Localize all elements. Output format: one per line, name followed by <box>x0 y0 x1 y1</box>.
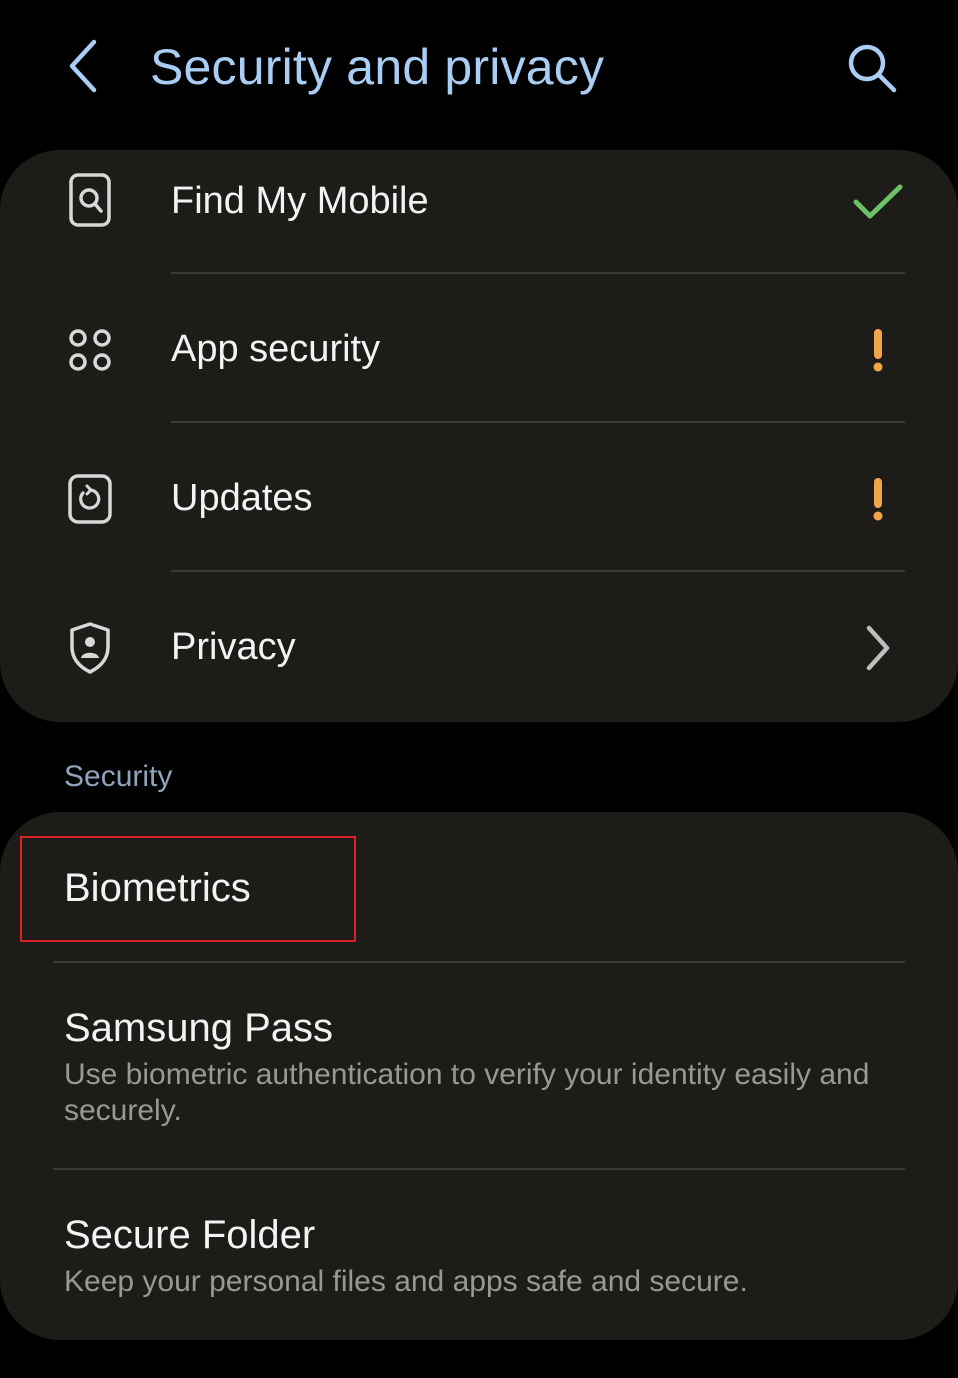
updates-item[interactable]: Updates <box>0 423 958 571</box>
highlight-box <box>20 836 356 942</box>
find-my-mobile-label: Find My Mobile <box>171 180 429 222</box>
section-header-security: Security <box>64 760 173 793</box>
top-settings-group: Find My Mobile App security Updates Priv… <box>0 150 958 722</box>
app-security-item[interactable]: App security <box>0 274 958 422</box>
privacy-label: Privacy <box>171 626 296 668</box>
samsung-pass-description: Use biometric authentication to verify y… <box>64 1058 870 1127</box>
find-my-mobile-icon <box>62 172 118 228</box>
back-button[interactable] <box>58 36 108 96</box>
privacy-item[interactable]: Privacy <box>0 572 958 722</box>
settings-screen: Security and privacy Find My Mobile App … <box>0 0 958 1378</box>
samsung-pass-item[interactable]: Samsung Pass Use biometric authenticatio… <box>0 963 958 1169</box>
search-button[interactable] <box>842 38 902 98</box>
app-bar: Security and privacy <box>0 0 958 140</box>
secure-folder-item[interactable]: Secure Folder Keep your personal files a… <box>0 1170 958 1340</box>
shield-user-icon <box>62 620 118 676</box>
app-security-label: App security <box>171 328 381 370</box>
warning-icon <box>848 469 908 529</box>
secure-folder-description: Keep your personal files and apps safe a… <box>64 1265 748 1298</box>
warning-icon <box>848 320 908 380</box>
find-my-mobile-item[interactable]: Find My Mobile <box>0 150 958 272</box>
samsung-pass-label: Samsung Pass <box>64 1006 334 1050</box>
updates-icon <box>62 471 118 527</box>
apps-grid-icon <box>62 322 118 378</box>
chevron-left-icon <box>69 39 97 93</box>
page-title: Security and privacy <box>150 39 605 95</box>
check-icon <box>848 172 908 232</box>
search-icon <box>848 44 897 93</box>
chevron-right-icon <box>848 618 908 678</box>
secure-folder-label: Secure Folder <box>64 1213 316 1257</box>
updates-label: Updates <box>171 477 313 519</box>
